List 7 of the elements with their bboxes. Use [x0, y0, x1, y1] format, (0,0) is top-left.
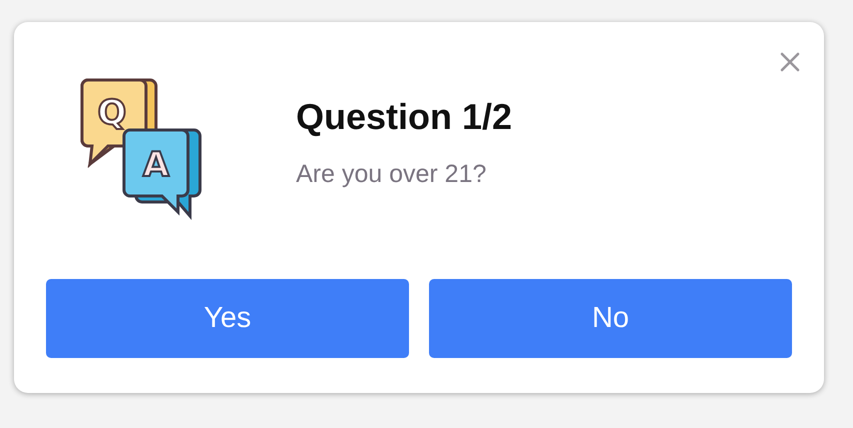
dialog-title: Question 1/2: [296, 96, 512, 138]
answer-button[interactable]: No: [429, 279, 792, 358]
bubble-letter: A: [142, 145, 170, 185]
bubble-letter: Q: [98, 93, 126, 133]
answer-button[interactable]: Yes: [46, 279, 409, 358]
question-text: Are you over 21?: [296, 160, 488, 189]
close-icon[interactable]: [780, 52, 800, 72]
